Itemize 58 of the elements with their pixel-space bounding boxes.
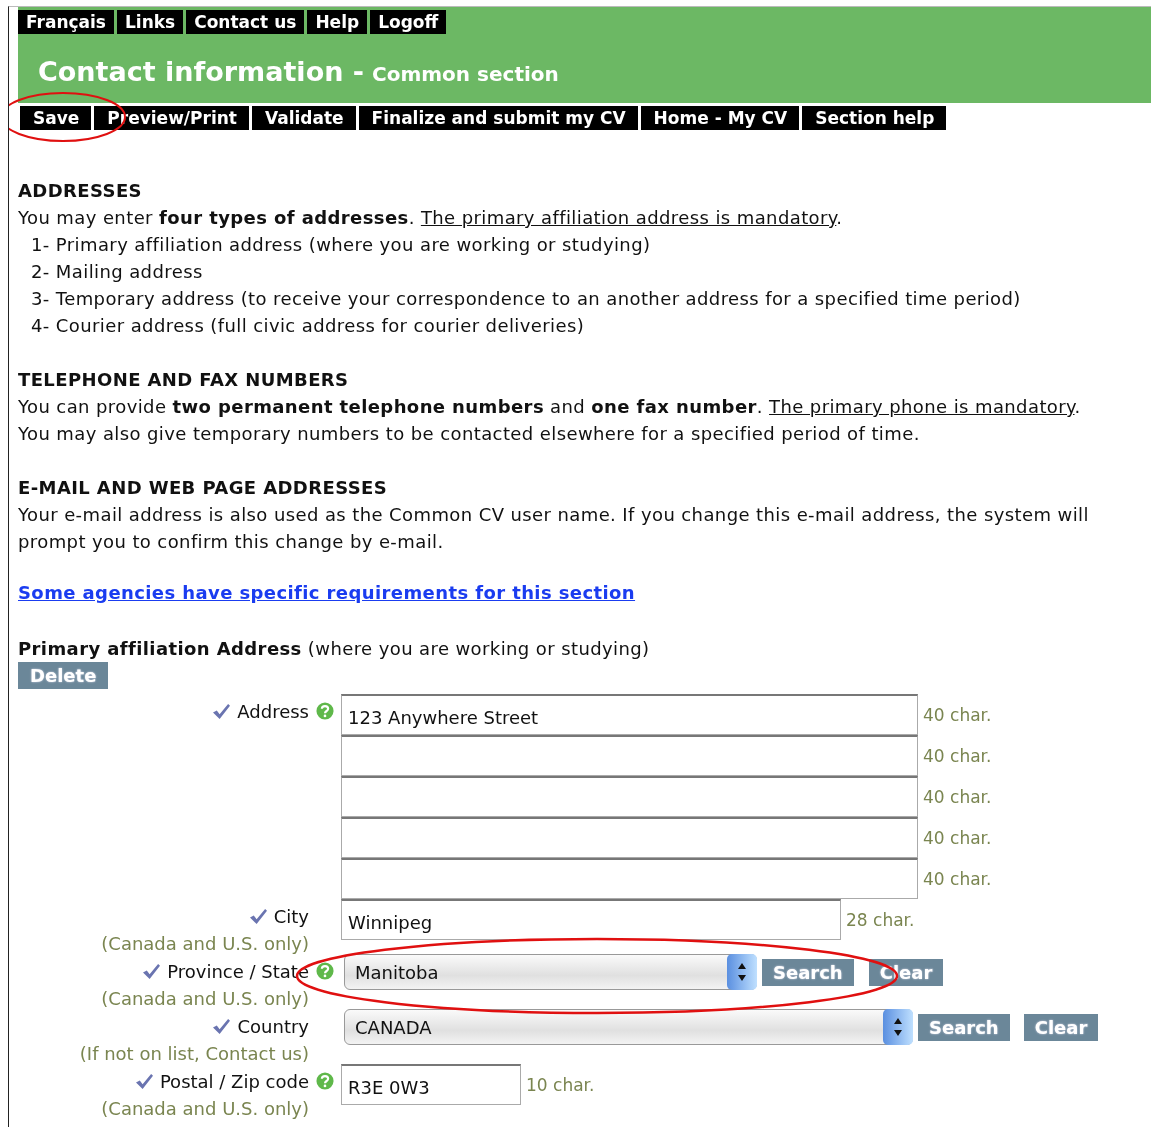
field-label: Postal / Zip code	[159, 1070, 309, 1092]
field-note: (Canada and U.S. only)	[100, 1098, 309, 1119]
char-limit: 28 char.	[846, 909, 915, 930]
nav-link[interactable]: Français	[18, 10, 114, 34]
input-field[interactable]	[341, 735, 918, 776]
nav-link[interactable]: Logoff	[370, 10, 447, 34]
char-limit: 40 char.	[923, 868, 992, 889]
help-icon[interactable]	[316, 962, 334, 980]
stepper-icon	[727, 954, 757, 990]
paragraph: You can provide two permanent telephone numbers and one fax number. The primary phone is mandatory.	[18, 395, 1082, 419]
field-note: (Canada and U.S. only)	[100, 988, 309, 1009]
field-note: (Canada and U.S. only)	[100, 933, 309, 954]
field-label: Country	[237, 1015, 309, 1037]
field-label: Address	[237, 700, 309, 722]
page-subtitle: Common section	[372, 62, 559, 86]
requirements-link[interactable]: Some agencies have specific requirements for this section	[18, 579, 636, 606]
char-limit: 40 char.	[923, 827, 992, 848]
nav-link[interactable]: Help	[307, 10, 368, 34]
section-heading: E-MAIL AND WEB PAGE ADDRESSES	[18, 476, 389, 500]
field-label: City	[273, 905, 309, 927]
delete-button[interactable]: Delete	[18, 662, 109, 689]
input-field[interactable]: 123 Anywhere Street	[341, 694, 918, 735]
stepper-icon	[883, 1009, 913, 1045]
address-heading: Primary affiliation Address (where you are working or studying)	[18, 637, 651, 661]
input-field[interactable]	[341, 817, 918, 858]
page-title: Contact information -	[38, 56, 364, 87]
paragraph: Your e-mail address is also used as the Common CV user name. If you change this e-mail address, the system will prompt you to confirm this change by e-mail.	[18, 503, 1090, 554]
action-link[interactable]: Save	[20, 106, 92, 130]
help-icon[interactable]	[316, 702, 334, 720]
input-field[interactable]: Winnipeg	[341, 899, 841, 940]
field-note: (If not on list, Contact us)	[78, 1043, 309, 1064]
section-heading: ADDRESSES	[18, 179, 143, 203]
form-button[interactable]: Search	[918, 1013, 1010, 1041]
dropdown[interactable]: CANADA	[344, 1009, 913, 1045]
form-button[interactable]: Search	[762, 958, 854, 986]
dropdown[interactable]: Manitoba	[344, 954, 757, 990]
paragraph: You may also give temporary numbers to be contacted elsewhere for a specified period of time.	[18, 422, 921, 446]
paragraph: You may enter four types of addresses. The primary affiliation address is mandatory.	[18, 206, 844, 230]
input-field[interactable]	[341, 858, 918, 899]
list-item: 2- Mailing address	[30, 260, 204, 284]
input-field[interactable]	[341, 776, 918, 817]
char-limit: 10 char.	[526, 1074, 595, 1095]
help-icon[interactable]	[316, 1072, 334, 1090]
action-link[interactable]: Section help	[802, 106, 947, 130]
action-link[interactable]: Home - My CV	[640, 106, 800, 130]
nav-link[interactable]: Contact us	[186, 10, 305, 34]
action-link[interactable]: Validate	[251, 106, 356, 130]
nav-link[interactable]: Links	[117, 10, 184, 34]
form-button[interactable]: Clear	[1023, 1013, 1099, 1041]
section-heading: TELEPHONE AND FAX NUMBERS	[18, 368, 350, 392]
char-limit: 40 char.	[923, 704, 992, 725]
action-link[interactable]: Finalize and submit my CV	[358, 106, 638, 130]
char-limit: 40 char.	[923, 786, 992, 807]
char-limit: 40 char.	[923, 745, 992, 766]
list-item: 4- Courier address (full civic address for courier deliveries)	[30, 314, 586, 338]
list-item: 3- Temporary address (to receive your correspondence to an another address for a specified time period)	[30, 287, 1022, 311]
input-field[interactable]: R3E 0W3	[341, 1064, 521, 1105]
list-item: 1- Primary affiliation address (where you are working or studying)	[30, 233, 652, 257]
